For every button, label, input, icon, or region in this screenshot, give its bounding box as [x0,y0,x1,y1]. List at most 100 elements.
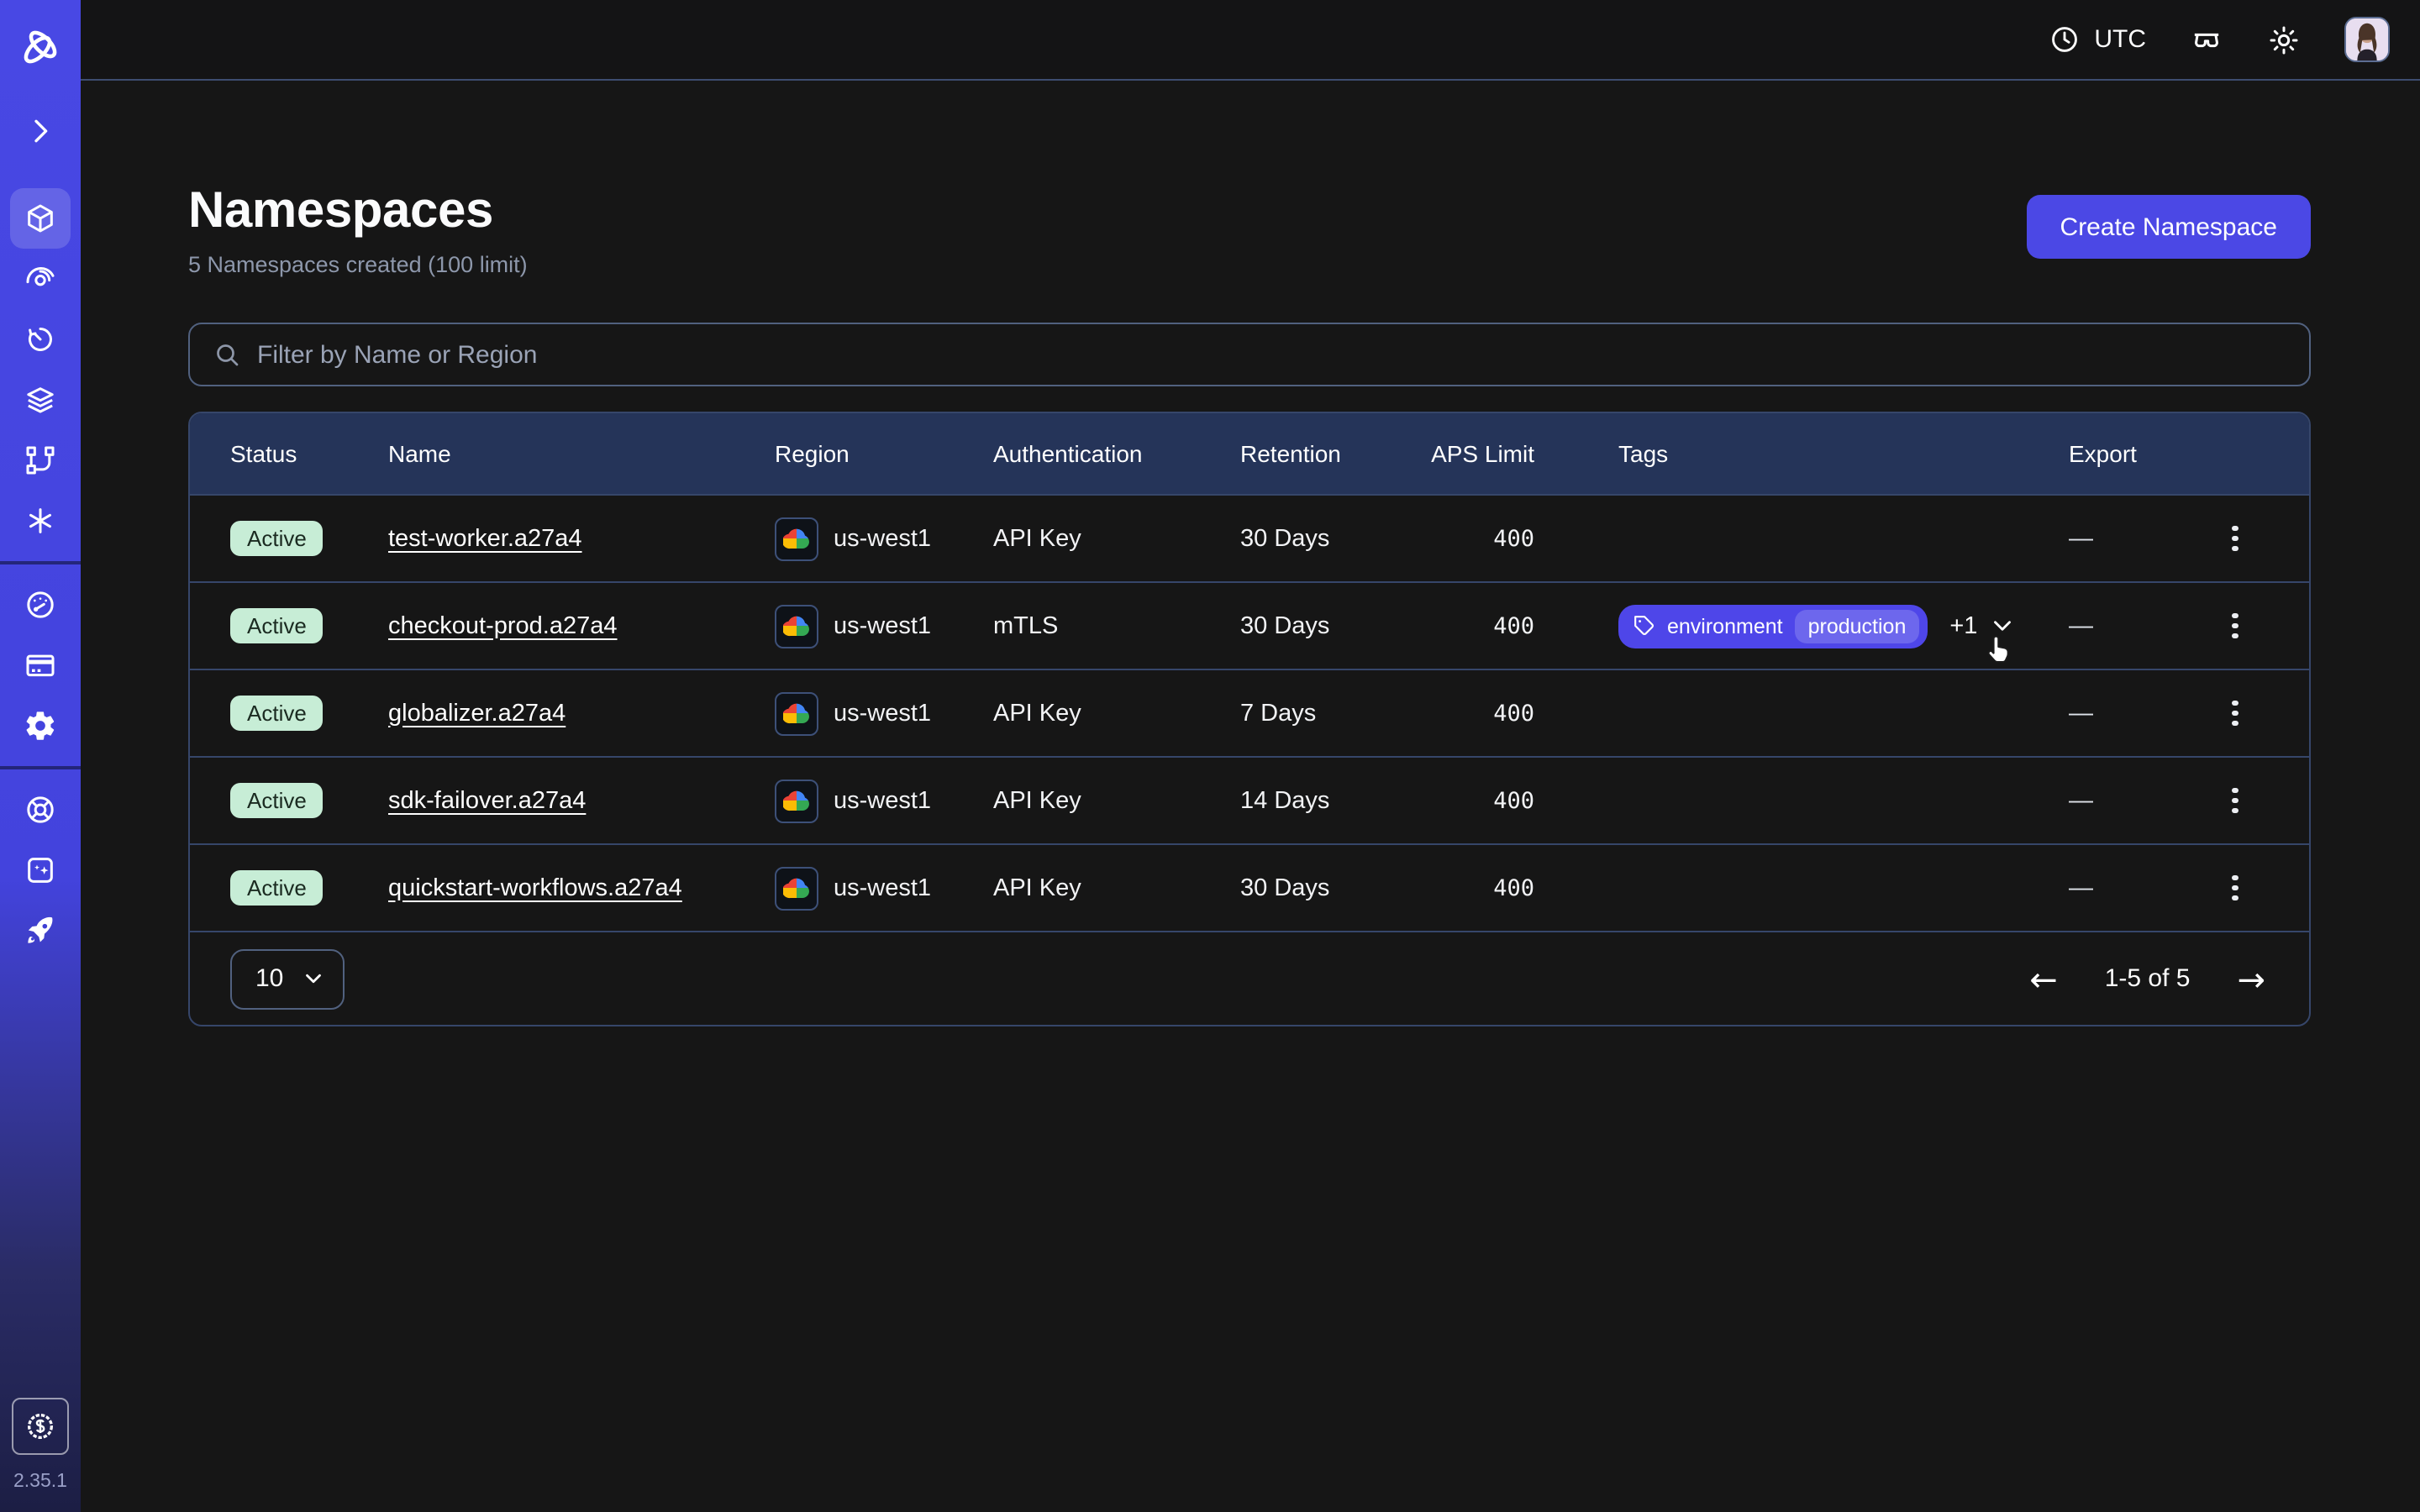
avatar-image [2346,18,2388,60]
col-authentication: Authentication [993,440,1240,467]
timezone-selector[interactable]: UTC [2049,24,2146,55]
labs-toggle-button[interactable] [2190,23,2223,56]
export-value: — [2069,700,2202,727]
credit-card-icon [24,648,57,682]
region-label: us-west1 [834,700,931,727]
asterisk-icon [24,504,57,538]
table-row[interactable]: Active sdk-failover.a27a4 us-west1 API K… [190,756,2309,843]
table-header-row: Status Name Region Authentication Retent… [190,413,2309,494]
row-menu-button[interactable] [2223,690,2249,736]
aps-limit-value: 400 [1493,700,1534,727]
main-column: UTC [81,0,2420,1512]
gear-icon [24,709,57,743]
cube-icon [24,202,57,235]
status-badge: Active [230,783,324,818]
export-value: — [2069,787,2202,814]
sidebar-item-insights[interactable] [10,249,71,309]
sidebar: 2.35.1 [0,0,81,1512]
main-content: Namespaces 5 Namespaces created (100 lim… [81,81,2420,1026]
row-menu-button[interactable] [2223,516,2249,561]
filter-bar [188,323,2311,386]
sidebar-item-getting-started[interactable] [10,840,71,900]
chevron-right-icon [24,114,57,148]
status-badge: Active [230,696,324,731]
col-tags: Tags [1534,440,2069,467]
namespace-link[interactable]: globalizer.a27a4 [388,700,566,727]
tag-key: environment [1667,614,1783,638]
temporal-logo[interactable] [10,17,71,77]
col-retention: Retention [1240,440,1445,467]
auth-value: API Key [993,874,1240,901]
retention-value: 7 Days [1240,700,1445,727]
next-page-button[interactable]: → [2233,958,2269,999]
sparkle-square-icon [24,853,57,887]
sidebar-item-launch[interactable] [10,900,71,961]
gcp-cloud-icon [775,866,818,910]
gauge-icon [24,588,57,622]
sidebar-item-namespaces[interactable] [10,188,71,249]
table-row[interactable]: Active test-worker.a27a4 us-west1 API Ke… [190,494,2309,581]
retention-value: 14 Days [1240,787,1445,814]
filter-input[interactable] [257,340,2287,369]
tags-expand-button[interactable] [1987,612,2016,640]
prev-page-button[interactable]: ← [2026,958,2061,999]
chevron-down-icon [300,966,325,991]
page-subtitle: 5 Namespaces created (100 limit) [188,252,528,277]
sidebar-divider [0,766,81,769]
table-row[interactable]: Active quickstart-workflows.a27a4 us-wes… [190,843,2309,931]
version-label: 2.35.1 [13,1472,67,1492]
gcp-cloud-icon [775,691,818,735]
auth-value: API Key [993,787,1240,814]
auth-value: API Key [993,700,1240,727]
region-label: us-west1 [834,787,931,814]
namespace-link[interactable]: test-worker.a27a4 [388,525,582,552]
region-label: us-west1 [834,612,931,639]
schedule-clock-icon [24,323,57,356]
topbar-right: UTC [2049,17,2390,62]
sidebar-item-nexus[interactable] [10,491,71,551]
namespace-link[interactable]: sdk-failover.a27a4 [388,787,586,814]
rocket-icon [24,914,57,948]
sidebar-item-usage[interactable] [10,575,71,635]
table-row[interactable]: Active globalizer.a27a4 us-west1 API Key… [190,669,2309,756]
sidebar-item-batch-operations[interactable] [10,430,71,491]
create-namespace-button[interactable]: Create Namespace [2027,195,2311,259]
pagination: ← 1-5 of 5 → [2026,958,2269,999]
aps-limit-value: 400 [1493,612,1534,639]
gcp-cloud-icon [775,779,818,822]
status-badge: Active [230,870,324,906]
search-icon [212,339,242,370]
user-avatar[interactable] [2344,17,2390,62]
sidebar-item-deployments[interactable] [10,370,71,430]
tag-icon [1634,615,1655,637]
retention-value: 30 Days [1240,525,1445,552]
sidebar-expand-button[interactable] [10,101,71,161]
export-value: — [2069,525,2202,552]
lifebuoy-icon [24,793,57,827]
plan-usage-button[interactable] [12,1398,69,1455]
dollar-badge-icon [24,1410,57,1443]
row-menu-button[interactable] [2223,603,2249,648]
tag-pill[interactable]: environment production [1618,604,1928,648]
aps-limit-value: 400 [1493,787,1534,814]
table-row[interactable]: Active checkout-prod.a27a4 us-west1 mTLS… [190,581,2309,669]
row-menu-button[interactable] [2223,865,2249,911]
sidebar-item-settings[interactable] [10,696,71,756]
sidebar-item-support[interactable] [10,780,71,840]
retention-value: 30 Days [1240,612,1445,639]
row-menu-button[interactable] [2223,778,2249,823]
sidebar-item-billing[interactable] [10,635,71,696]
pagination-range: 1-5 of 5 [2105,964,2191,993]
sidebar-item-schedules[interactable] [10,309,71,370]
gcp-cloud-icon [775,604,818,648]
table-footer: 10 ← 1-5 of 5 → [190,931,2309,1025]
theme-toggle-button[interactable] [2267,23,2301,56]
page-size-select[interactable]: 10 [230,948,344,1009]
timezone-label: UTC [2094,25,2146,54]
namespace-link[interactable]: quickstart-workflows.a27a4 [388,874,682,901]
namespace-link[interactable]: checkout-prod.a27a4 [388,612,618,639]
gcp-cloud-icon [775,517,818,560]
retention-value: 30 Days [1240,874,1445,901]
page-size-value: 10 [255,964,283,993]
glasses-icon [2190,23,2223,56]
